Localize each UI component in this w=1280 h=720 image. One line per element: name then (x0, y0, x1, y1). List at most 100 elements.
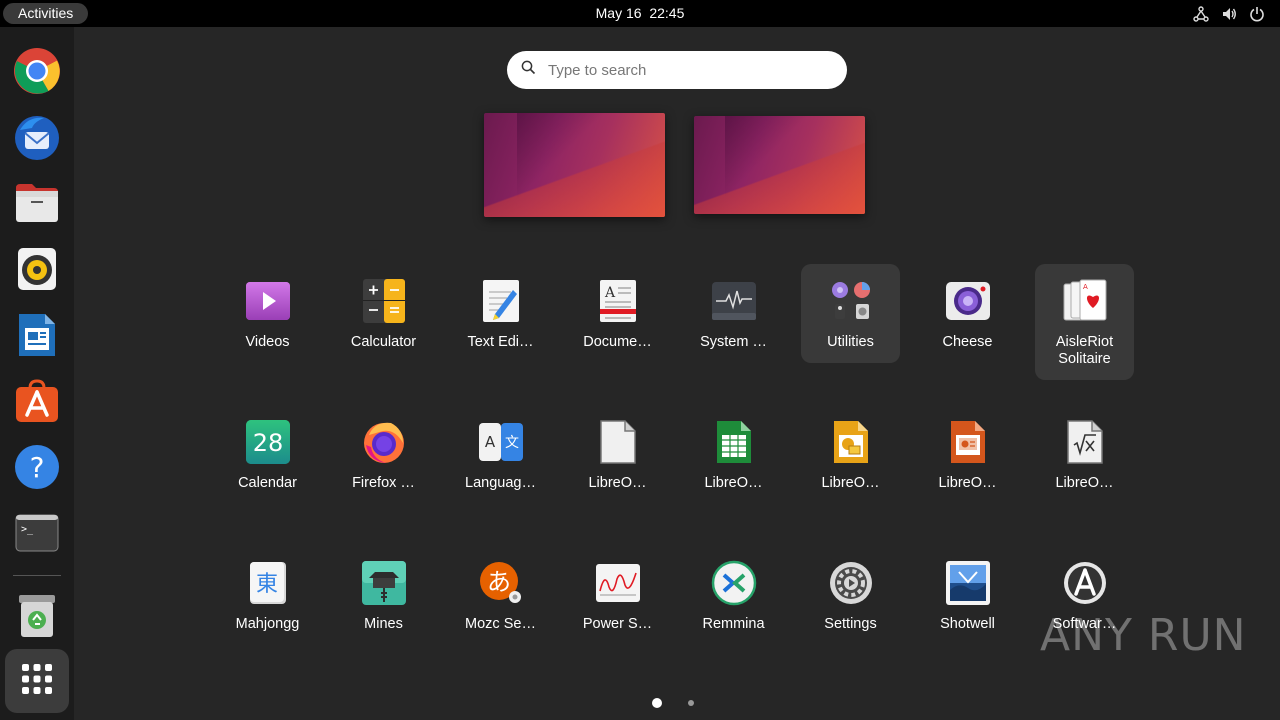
svg-text:?: ? (30, 451, 45, 484)
volume-icon[interactable] (1220, 5, 1238, 23)
system-monitor-icon (710, 277, 758, 325)
workspace-thumbnail-1[interactable] (484, 113, 665, 217)
dock-item-app-center[interactable] (11, 377, 63, 429)
app-videos[interactable]: Videos (218, 264, 317, 363)
chrome-icon (13, 47, 61, 100)
app-label: LibreO… (938, 475, 997, 491)
libreoffice-math-icon (1061, 418, 1109, 466)
app-language-support[interactable]: A文 Languag… (451, 405, 550, 504)
app-power-statistics[interactable]: Power S… (568, 546, 667, 645)
mahjongg-icon: 東 (244, 559, 292, 607)
software-updater-icon (1061, 559, 1109, 607)
app-label: Mozc Se… (465, 616, 536, 632)
language-icon: A文 (477, 418, 525, 466)
dock-item-rhythmbox[interactable] (11, 245, 63, 297)
app-calendar[interactable]: 28 Calendar (218, 405, 317, 504)
settings-icon (827, 559, 875, 607)
dock-item-files[interactable] (11, 179, 63, 231)
shotwell-icon (944, 559, 992, 607)
app-label: LibreO… (1055, 475, 1114, 491)
app-text-editor[interactable]: Text Edi… (451, 264, 550, 363)
app-remmina[interactable]: Remmina (684, 546, 783, 645)
app-label: Power S… (582, 616, 653, 632)
top-bar: Activities May 16 22:45 (0, 0, 1280, 27)
system-tray[interactable] (1192, 4, 1266, 23)
dock-separator (13, 575, 61, 576)
power-icon[interactable] (1248, 5, 1266, 23)
workspace-wallpaper (484, 113, 665, 217)
dock-item-writer[interactable] (11, 311, 63, 363)
app-calculator[interactable]: Calculator (334, 264, 433, 363)
search-bar[interactable] (507, 51, 847, 89)
solitaire-icon: A (1061, 277, 1109, 325)
app-label: Docume… (583, 334, 652, 350)
activities-button[interactable]: Activities (3, 3, 89, 24)
terminal-icon: >_ (15, 514, 59, 557)
search-icon (521, 60, 536, 80)
clock-date: May 16 (595, 5, 642, 21)
files-icon (14, 182, 60, 229)
app-libreoffice-draw[interactable]: LibreO… (801, 405, 900, 504)
mozc-icon: あ (477, 559, 525, 607)
app-label: Utilities (827, 334, 874, 350)
app-label: LibreO… (588, 475, 647, 491)
app-label: Languag… (465, 475, 536, 491)
power-statistics-icon (594, 559, 642, 607)
svg-text:A: A (484, 433, 495, 451)
clock-button[interactable]: May 16 22:45 (596, 5, 685, 21)
svg-text:東: 東 (255, 572, 277, 597)
libreoffice-impress-icon (944, 418, 992, 466)
app-libreoffice-math[interactable]: LibreO… (1035, 405, 1134, 504)
app-mozc-setup[interactable]: あ Mozc Se… (451, 546, 550, 645)
app-shotwell[interactable]: Shotwell (918, 546, 1017, 645)
app-label: Videos (245, 334, 290, 350)
utilities-folder-icon (827, 277, 875, 325)
watermark-text: ANY RUN (1040, 610, 1247, 661)
rhythmbox-icon (17, 247, 57, 296)
help-icon: ? (14, 444, 60, 495)
anyrun-watermark: ANY RUN (1040, 610, 1247, 661)
app-firefox[interactable]: Firefox … (334, 405, 433, 504)
svg-text:>_: >_ (21, 524, 34, 535)
page-indicator (652, 698, 694, 708)
libreoffice-icon (594, 418, 642, 466)
dock-item-chrome[interactable] (11, 47, 63, 99)
app-cheese[interactable]: Cheese (918, 264, 1017, 363)
page-dot-1[interactable] (652, 698, 662, 708)
dock-item-trash[interactable] (11, 592, 63, 644)
network-icon[interactable] (1192, 5, 1210, 23)
writer-icon (17, 312, 57, 363)
app-label: Remmina (702, 616, 765, 632)
app-label: System … (700, 334, 767, 350)
svg-text:A: A (604, 285, 616, 301)
app-label: Mahjongg (235, 616, 300, 632)
app-libreoffice-impress[interactable]: LibreO… (918, 405, 1017, 504)
app-label: Calculator (350, 334, 417, 350)
app-libreoffice-calc[interactable]: LibreO… (684, 405, 783, 504)
app-folder-utilities[interactable]: Utilities (801, 264, 900, 363)
clock: May 16 22:45 (0, 0, 1280, 27)
app-libreoffice[interactable]: LibreO… (568, 405, 667, 504)
search-input[interactable] (548, 61, 808, 79)
dock-item-thunderbird[interactable] (11, 113, 63, 165)
app-mahjongg[interactable]: 東 Mahjongg (218, 546, 317, 645)
app-aisleriot-solitaire[interactable]: A AisleRiot Solitaire (1035, 264, 1134, 380)
videos-icon (244, 277, 292, 325)
page-dot-2[interactable] (688, 700, 694, 706)
dock-item-help[interactable]: ? (11, 443, 63, 495)
show-apps-button[interactable] (5, 649, 69, 713)
app-mines[interactable]: Mines (334, 546, 433, 645)
app-settings[interactable]: Settings (801, 546, 900, 645)
trash-icon (17, 593, 57, 644)
app-system-monitor[interactable]: System … (684, 264, 783, 363)
app-label: Calendar (238, 475, 297, 491)
svg-text:A: A (1083, 283, 1088, 291)
thunderbird-icon (12, 112, 62, 167)
app-label: Settings (824, 616, 877, 632)
app-document-viewer[interactable]: A Docume… (568, 264, 667, 363)
workspace-thumbnail-2[interactable] (694, 116, 865, 214)
remmina-icon (710, 559, 758, 607)
dock-item-terminal[interactable]: >_ (11, 509, 63, 561)
calendar-icon: 28 (244, 418, 292, 466)
libreoffice-calc-icon (710, 418, 758, 466)
